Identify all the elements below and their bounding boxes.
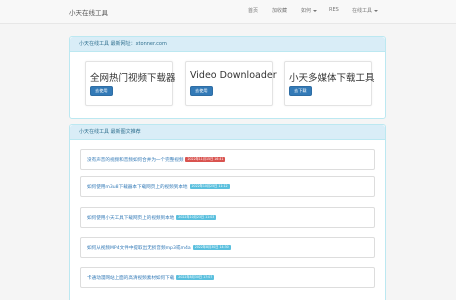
- article-list-item[interactable]: 卡通动漫网站上面的高清视频素材如何下载 2022年8月30日 17:07: [80, 267, 375, 288]
- nav-bookmark-label: 加收藏: [272, 8, 288, 14]
- download-button[interactable]: 去下载: [289, 86, 312, 96]
- nav-home-label: 首页: [248, 8, 259, 14]
- date-badge: 2022年8月30日 17:07: [176, 275, 215, 280]
- nav-howto-dropdown[interactable]: 如何: [301, 7, 318, 14]
- nav-home[interactable]: 首页: [248, 7, 258, 14]
- nav-bookmark[interactable]: 加收藏: [272, 7, 287, 14]
- caret-down-icon: [313, 9, 318, 12]
- article-title: 如何使用小天工具下载网页上的视频到本地: [87, 216, 175, 221]
- article-title: 没有声音的视频和音频如何合并为一个完整视频: [87, 158, 184, 163]
- article-title: 如何从视频MP4文件中提取出无损音频mp3或m4a: [87, 246, 191, 251]
- nav-tools-label: 在线工具: [352, 8, 373, 14]
- article-title: 卡通动漫网站上面的高清视频素材如何下载: [87, 276, 175, 281]
- card-title: 小天多媒体下载工具: [289, 73, 375, 84]
- panel-heading: 小天在线工具 最新网址：xtonner.com: [70, 37, 385, 52]
- article-title-line: 如何从视频MP4文件中提取出无损音频mp3或m4a 2022年8月30日 14:3…: [87, 245, 231, 251]
- article-list-item[interactable]: 如何从视频MP4文件中提取出无损音频mp3或m4a 2022年8月30日 14:3…: [80, 237, 375, 258]
- latest-site-panel: 小天在线工具 最新网址：xtonner.com 全网热门视频下载器 去使用 Vi…: [69, 36, 386, 119]
- site-brand[interactable]: 小天在线工具: [69, 7, 108, 17]
- nav-howto-label: 如何: [301, 8, 312, 14]
- top-navbar: 小天在线工具 首页 加收藏 如何 RES 在线工具: [0, 0, 456, 24]
- nav-res-label: RES: [329, 7, 339, 13]
- article-list-item[interactable]: 如何使用小天工具下载网页上的视频到本地 2022年10月23日 11:03: [80, 207, 375, 228]
- article-title-line: 卡通动漫网站上面的高清视频素材如何下载 2022年8月30日 17:07: [87, 275, 215, 281]
- article-list-item[interactable]: 如何使用m3u8下载器本下载网页上的视频到本地 2022年10月25日 11:12: [80, 176, 375, 197]
- date-badge: 2022年8月30日 14:30: [192, 245, 231, 250]
- recommended-articles-panel: 小天在线工具 最新图文推荐 没有声音的视频和音频如何合并为一个完整视频 2022年…: [69, 124, 386, 300]
- article-title-line: 如何使用m3u8下载器本下载网页上的视频到本地 2022年10月25日 11:12: [87, 184, 230, 190]
- article-list-item[interactable]: 没有声音的视频和音频如何合并为一个完整视频 2022年11月15日 16:41: [80, 149, 375, 170]
- tool-card-video-downloader-cn: 全网热门视频下载器 去使用: [85, 61, 176, 106]
- nav-res[interactable]: RES: [329, 7, 339, 13]
- caret-down-icon: [374, 9, 379, 12]
- nav-tools-dropdown[interactable]: 在线工具: [352, 7, 379, 14]
- article-title: 如何使用m3u8下载器本下载网页上的视频到本地: [87, 185, 188, 190]
- panel-heading: 小天在线工具 最新图文推荐: [70, 125, 385, 140]
- date-badge: 2022年11月15日 16:41: [185, 157, 226, 162]
- date-badge: 2022年10月25日 11:12: [189, 184, 230, 189]
- tool-card-media-downloader: 小天多媒体下载工具 去下载: [284, 61, 375, 106]
- article-title-line: 没有声音的视频和音频如何合并为一个完整视频 2022年11月15日 16:41: [87, 157, 226, 163]
- tool-card-video-downloader-en: Video Downloader 去使用: [185, 61, 277, 106]
- use-button[interactable]: 去使用: [190, 86, 213, 96]
- date-badge: 2022年10月23日 11:03: [176, 215, 217, 220]
- use-button[interactable]: 去使用: [90, 86, 113, 96]
- card-title: Video Downloader: [190, 70, 277, 81]
- article-title-line: 如何使用小天工具下载网页上的视频到本地 2022年10月23日 11:03: [87, 215, 217, 221]
- card-title: 全网热门视频下载器: [90, 73, 176, 84]
